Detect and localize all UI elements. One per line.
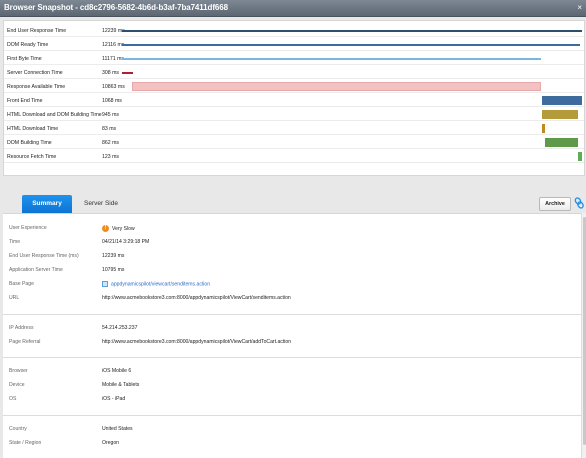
waterfall-value: 11171 ms: [102, 56, 125, 62]
tab-bar: Summary Server Side Archive: [3, 192, 585, 214]
detail-row-app-server-time: Application Server Time 10795 ms: [3, 264, 581, 276]
detail-row-device: Device Mobile & Tablets: [3, 379, 581, 391]
detail-value: 10795 ms: [102, 267, 125, 273]
detail-label: Time: [9, 239, 21, 245]
detail-label: URL: [9, 295, 20, 301]
waterfall-value: 1068 ms: [102, 98, 122, 104]
waterfall-value: 308 ms: [102, 70, 120, 76]
waterfall-row[interactable]: DOM Building Time 862 ms: [4, 136, 584, 149]
detail-row-state: State / Region Oregon: [3, 437, 581, 449]
detail-label: Browser: [9, 368, 28, 374]
waterfall-value: 945 ms: [102, 112, 120, 118]
detail-row-url: URL http://www.acmebookstore3.com:8000/a…: [3, 292, 581, 304]
window-titlebar: Browser Snapshot - cd8c2796-5682-4b6d-b3…: [0, 0, 586, 17]
detail-value: Oregon: [102, 440, 119, 446]
detail-value: United States: [102, 426, 133, 432]
section-divider: [3, 415, 581, 416]
waterfall-bar[interactable]: [542, 124, 545, 133]
detail-label: State / Region: [9, 440, 42, 446]
waterfall-bar[interactable]: [122, 72, 133, 74]
detail-label: User Experience: [9, 225, 47, 231]
archive-button[interactable]: Archive: [539, 197, 571, 211]
warning-icon: !: [102, 225, 109, 232]
waterfall-row[interactable]: HTML Download and DOM Building Time 945 m…: [4, 108, 584, 121]
detail-value: Mobile & Tablets: [102, 382, 140, 388]
snapshot-details: User Experience ! Very Slow Time 04/21/14…: [3, 213, 581, 458]
waterfall-row[interactable]: Response Available Time 10863 ms: [4, 80, 584, 93]
detail-value: ! Very Slow: [102, 225, 135, 232]
detail-row-user-experience: User Experience ! Very Slow: [3, 222, 581, 234]
detail-row-page-referral: Page Referral http://www.acmebookstore3.…: [3, 336, 581, 348]
detail-row-time: Time 04/21/14 3:29:18 PM: [3, 236, 581, 248]
waterfall-label: DOM Ready Time: [7, 42, 49, 48]
timing-waterfall: End User Response Time 12239 ms DOM Ready …: [3, 20, 585, 176]
waterfall-label: Response Available Time: [7, 84, 66, 90]
detail-value: 12239 ms: [102, 253, 125, 259]
link-icon[interactable]: [574, 196, 584, 210]
section-divider: [3, 314, 581, 315]
waterfall-row[interactable]: DOM Ready Time 12116 ms: [4, 38, 584, 51]
base-page-link[interactable]: appdynamicspilot/viewcart/senditems.acti…: [111, 281, 210, 287]
waterfall-value: 862 ms: [102, 140, 120, 146]
detail-label: Country: [9, 426, 27, 432]
page-icon: [102, 281, 108, 287]
waterfall-row[interactable]: Front End Time 1068 ms: [4, 94, 584, 107]
waterfall-bar[interactable]: [132, 82, 541, 91]
detail-value: http://www.acmebookstore3.com:8000/appdy…: [102, 295, 291, 301]
detail-row-os: OS iOS - iPad: [3, 393, 581, 405]
user-experience-value: Very Slow: [112, 225, 135, 232]
detail-value: 54.214.253.237: [102, 325, 138, 331]
waterfall-value: 10863 ms: [102, 84, 125, 90]
detail-label: IP Address: [9, 325, 34, 331]
tab-summary[interactable]: Summary: [22, 195, 72, 213]
detail-label: Device: [9, 382, 25, 388]
detail-label: End User Response Time (ms): [9, 253, 79, 259]
waterfall-label: DOM Building Time: [7, 140, 52, 146]
detail-label: Page Referral: [9, 339, 41, 345]
waterfall-value: 83 ms: [102, 126, 117, 132]
waterfall-value: 123 ms: [102, 154, 120, 160]
waterfall-label: Server Connection Time: [7, 70, 63, 76]
window-title: Browser Snapshot - cd8c2796-5682-4b6d-b3…: [4, 3, 228, 12]
waterfall-bar[interactable]: [578, 152, 582, 161]
waterfall-bar[interactable]: [122, 58, 541, 60]
detail-value: iOS - iPad: [102, 396, 126, 402]
waterfall-row[interactable]: Server Connection Time 308 ms: [4, 66, 584, 79]
waterfall-bar[interactable]: [545, 138, 578, 147]
waterfall-row[interactable]: End User Response Time 12239 ms: [4, 24, 584, 37]
waterfall-row[interactable]: HTML Download Time 83 ms: [4, 122, 584, 135]
waterfall-row[interactable]: First Byte Time 11171 ms: [4, 52, 584, 65]
detail-label: Base Page: [9, 281, 34, 287]
detail-row-country: Country United States: [3, 423, 581, 435]
waterfall-label: Front End Time: [7, 98, 43, 104]
waterfall-bar[interactable]: [122, 44, 580, 46]
waterfall-label: First Byte Time: [7, 56, 42, 62]
vertical-scrollbar[interactable]: [581, 213, 586, 458]
detail-row-ip-address: IP Address 54.214.253.237: [3, 322, 581, 334]
detail-row-browser: Browser iOS Mobile 6: [3, 365, 581, 377]
detail-label: Application Server Time: [9, 267, 63, 273]
tab-server-side[interactable]: Server Side: [77, 195, 125, 213]
waterfall-label: Resource Fetch Time: [7, 154, 57, 160]
detail-value: 04/21/14 3:29:18 PM: [102, 239, 150, 245]
detail-row-base-page: Base Page appdynamicspilot/viewcart/send…: [3, 278, 581, 290]
waterfall-row[interactable]: Resource Fetch Time 123 ms: [4, 150, 584, 163]
detail-value: appdynamicspilot/viewcart/senditems.acti…: [102, 281, 210, 287]
detail-value: http://www.acmebookstore3.com:8000/appdy…: [102, 339, 292, 345]
detail-label: OS: [9, 396, 17, 402]
detail-row-eurt: End User Response Time (ms) 12239 ms: [3, 250, 581, 262]
waterfall-bar[interactable]: [542, 96, 582, 105]
section-divider: [3, 357, 581, 358]
waterfall-bar[interactable]: [542, 110, 578, 119]
waterfall-bar[interactable]: [122, 30, 582, 32]
waterfall-label: HTML Download Time: [7, 126, 59, 132]
waterfall-label: End User Response Time: [7, 28, 67, 34]
close-icon[interactable]: ×: [577, 3, 582, 12]
waterfall-label: HTML Download and DOM Building Time: [7, 112, 102, 118]
detail-value: iOS Mobile 6: [102, 368, 132, 374]
